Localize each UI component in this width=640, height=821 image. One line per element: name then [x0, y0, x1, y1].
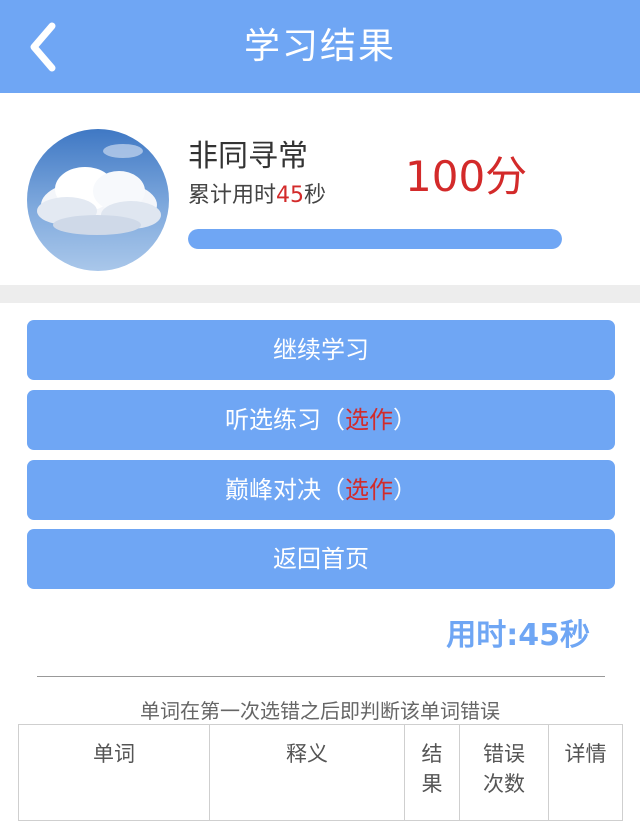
table-header-row: 单词 释义 结 果 错误 次数 详情: [18, 724, 623, 821]
score-value: 100分: [405, 152, 528, 201]
column-header-details: 详情: [548, 724, 623, 821]
time-suffix: 秒: [304, 183, 327, 208]
button-label-close: ）: [393, 476, 417, 504]
results-table: 单词 释义 结 果 错误 次数 详情: [18, 724, 623, 821]
column-header-word: 单词: [18, 724, 210, 821]
column-header-meaning: 释义: [209, 724, 405, 821]
time-prefix: 累计用时: [188, 183, 277, 208]
progress-bar: [188, 229, 562, 249]
button-label: 听选练习（: [225, 406, 345, 434]
listening-practice-button[interactable]: 听选练习（选作）: [27, 390, 615, 450]
continue-study-button[interactable]: 继续学习: [27, 320, 615, 380]
time-value: 45: [276, 183, 305, 208]
top-bar: 学习结果: [0, 0, 640, 93]
rule-note: 单词在第一次选错之后即判断该单词错误: [140, 699, 500, 723]
return-home-button[interactable]: 返回首页: [27, 529, 615, 589]
result-summary: 非同寻常 累计用时45秒 100分: [0, 93, 640, 285]
optional-tag: 选作: [345, 406, 393, 434]
horizontal-rule: [37, 676, 605, 677]
elapsed-time: 用时:45秒: [446, 618, 590, 653]
progress-fill: [188, 229, 562, 249]
sky-cloud-avatar: [27, 129, 169, 271]
button-label: 继续学习: [273, 336, 369, 364]
avatar: [27, 129, 169, 271]
section-divider: [0, 285, 640, 303]
column-header-result: 结 果: [404, 724, 460, 821]
user-name: 非同寻常: [188, 139, 308, 174]
peak-duel-button[interactable]: 巅峰对决（选作）: [27, 460, 615, 520]
optional-tag: 选作: [345, 476, 393, 504]
page-title: 学习结果: [243, 26, 396, 67]
column-header-error-count: 错误 次数: [459, 724, 549, 821]
total-time-label: 累计用时45秒: [188, 177, 326, 209]
button-label-close: ）: [393, 406, 417, 434]
button-label: 巅峰对决（: [225, 476, 345, 504]
button-label: 返回首页: [273, 545, 369, 573]
